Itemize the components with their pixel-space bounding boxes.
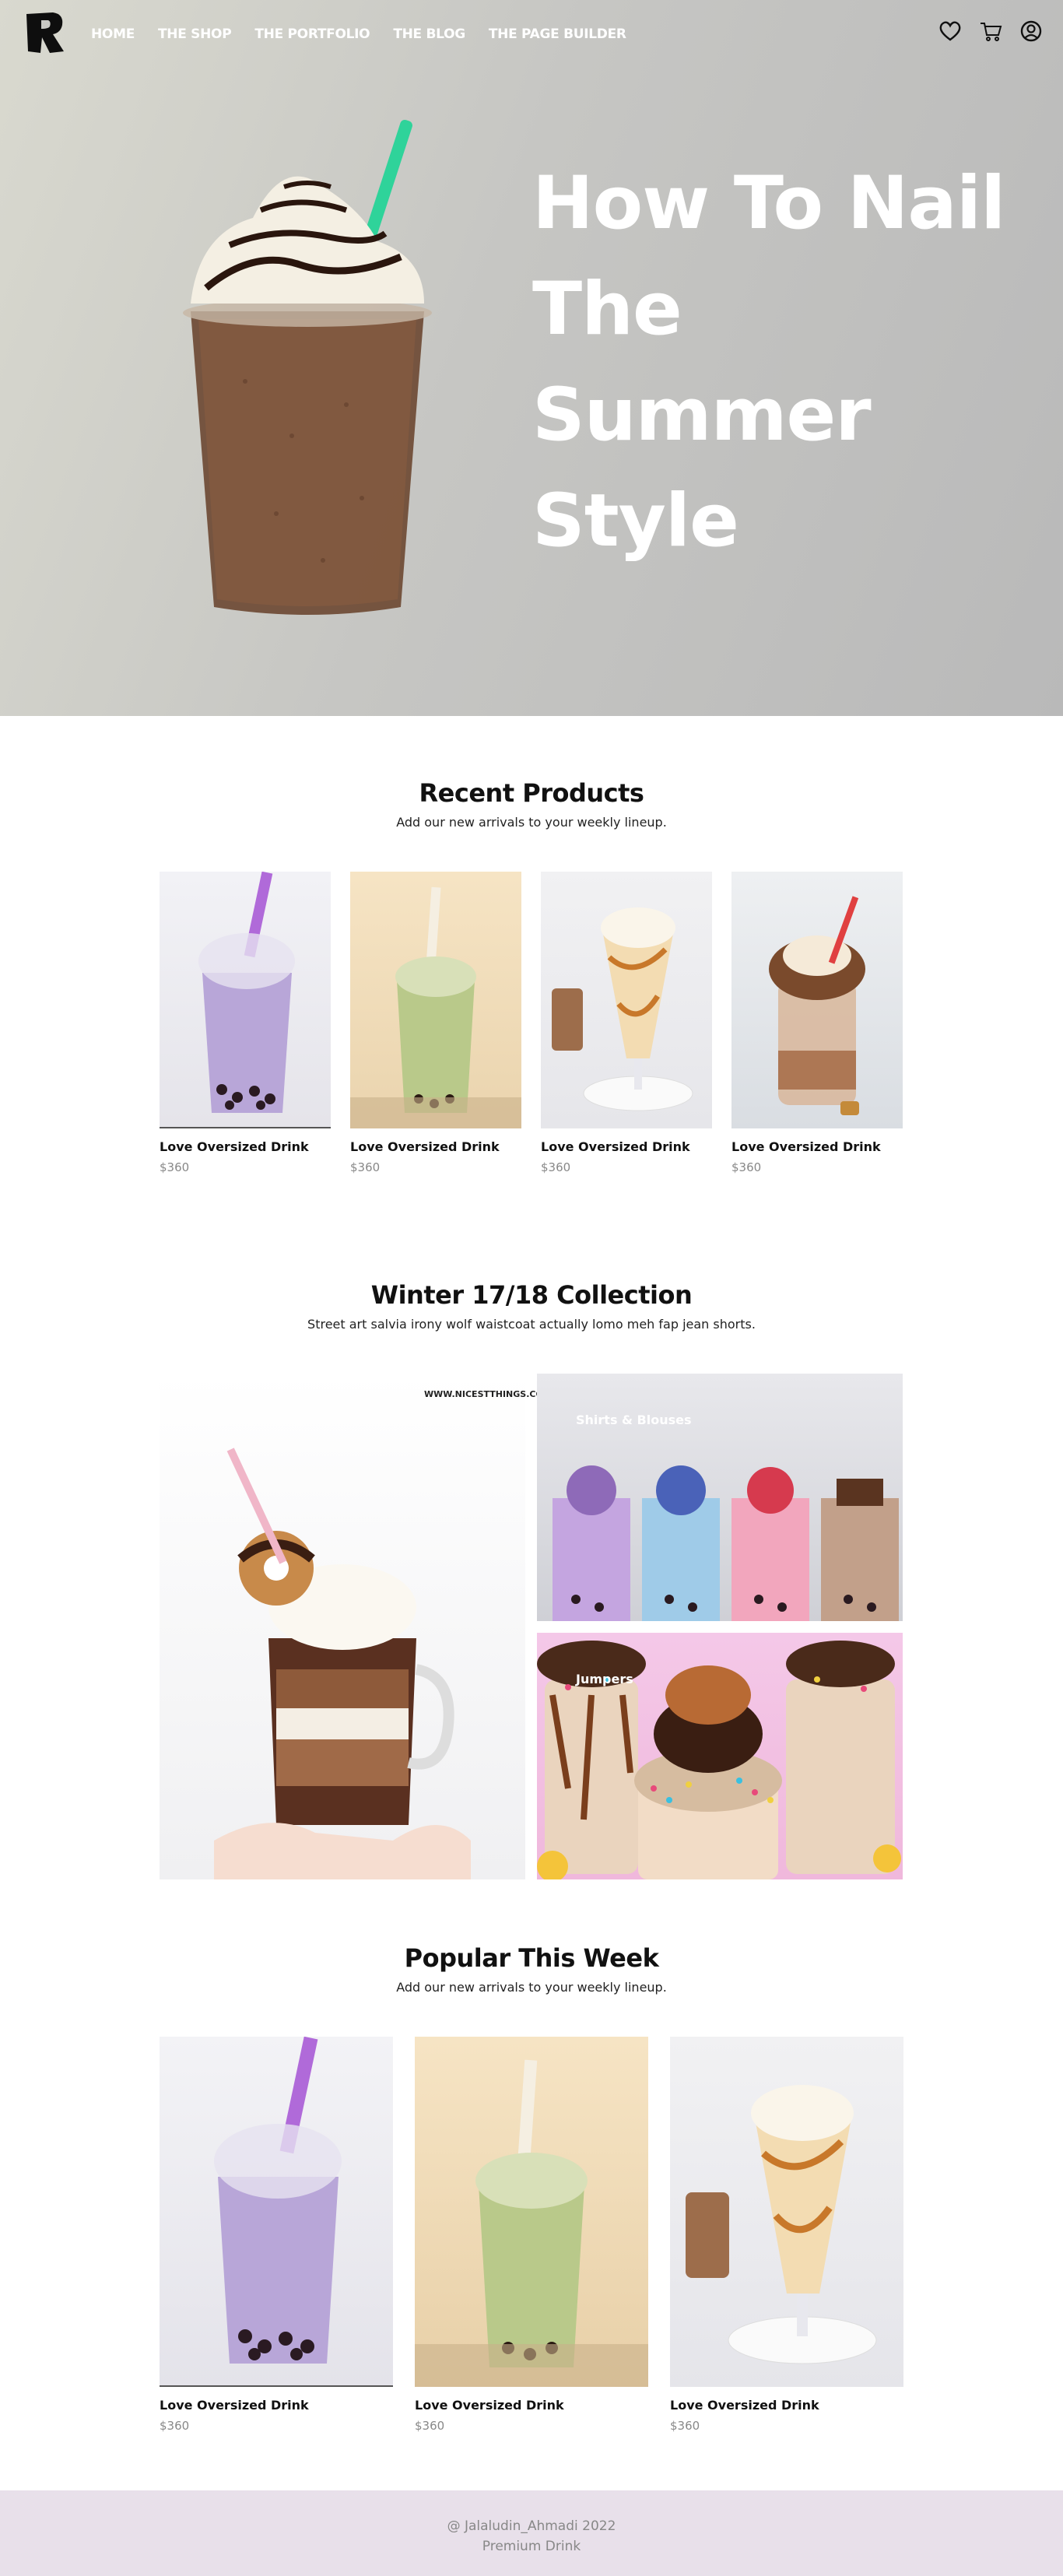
collection-title: Winter 17/18 Collection — [370, 1280, 693, 1310]
hero-line-1: How To Nail — [532, 161, 1005, 246]
hero-line-4: Style — [532, 479, 739, 563]
product-name[interactable]: Love Oversized Drink — [541, 1139, 690, 1154]
recent-products-title: Recent Products — [419, 778, 644, 808]
hero-headline: How To Nail The Summer Style — [532, 151, 1030, 574]
footer-copyright: @ Jalaludin_Ahmadi 2022 — [447, 2518, 616, 2534]
taro-drink-illustration — [198, 872, 295, 1113]
top-navigation: HOME THE SHOP THE PORTFOLIO THE BLOG THE… — [0, 0, 1063, 70]
caramel-shake-illustration — [552, 907, 693, 1111]
popular-title: Popular This Week — [404, 1943, 659, 1973]
product-name[interactable]: Love Oversized Drink — [670, 2398, 819, 2413]
brand-logo[interactable] — [22, 9, 67, 54]
hero-section: HOME THE SHOP THE PORTFOLIO THE BLOG THE… — [0, 0, 1063, 716]
product-image[interactable] — [541, 872, 712, 1128]
nav-link-portfolio[interactable]: THE PORTFOLIO — [254, 26, 370, 42]
product-name[interactable]: Love Oversized Drink — [350, 1139, 500, 1154]
product-price: $360 — [350, 1160, 381, 1174]
product-name[interactable]: Love Oversized Drink — [415, 2398, 564, 2413]
caramel-shake-illustration — [686, 2085, 877, 2364]
site-footer: @ Jalaludin_Ahmadi 2022 Premium Drink — [0, 2490, 1063, 2576]
nav-icon-group — [938, 19, 1043, 44]
taro-drink-illustration — [214, 2037, 342, 2364]
hero-line-2: The — [532, 267, 682, 352]
product-price: $360 — [160, 2419, 190, 2433]
product-card[interactable]: Love Oversized Drink $360 — [160, 2037, 393, 2441]
collection-label-shirts[interactable]: Shirts & Blouses — [576, 1413, 692, 1427]
product-image[interactable] — [670, 2037, 903, 2387]
user-icon[interactable] — [1019, 19, 1043, 44]
hero-line-3: Summer — [532, 373, 872, 458]
product-image[interactable] — [350, 872, 521, 1128]
hero-frappe-image — [183, 119, 432, 615]
product-card[interactable]: Love Oversized Drink $360 — [160, 872, 331, 1183]
nav-link-blog[interactable]: THE BLOG — [393, 26, 465, 42]
product-price: $360 — [160, 1160, 190, 1174]
collection-tile-shirts[interactable]: Shirts & Blouses — [537, 1374, 903, 1621]
product-name[interactable]: Love Oversized Drink — [160, 2398, 309, 2413]
matcha-drink-illustration — [350, 886, 521, 1128]
nav-link-page-builder[interactable]: THE PAGE BUILDER — [489, 26, 626, 42]
nav-link-home[interactable]: HOME — [91, 26, 135, 42]
product-image[interactable] — [160, 2037, 393, 2387]
heart-icon[interactable] — [938, 19, 962, 44]
matcha-drink-illustration — [415, 2059, 648, 2387]
product-card[interactable]: Love Oversized Drink $360 — [670, 2037, 903, 2441]
main-menu: HOME THE SHOP THE PORTFOLIO THE BLOG THE… — [91, 26, 650, 42]
recent-products-subtitle: Add our new arrivals to your weekly line… — [396, 815, 667, 830]
collection-feature-tile[interactable]: WWW.NICESTTHINGS.COM — [160, 1374, 552, 1879]
bubble-tea-row-illustration — [553, 1465, 899, 1621]
product-image[interactable] — [731, 872, 903, 1128]
product-price: $360 — [670, 2419, 700, 2433]
cupcake-shake-illustration — [537, 1641, 901, 1882]
product-price: $360 — [415, 2419, 445, 2433]
cart-icon[interactable] — [979, 19, 1002, 44]
footer-tagline: Premium Drink — [482, 2539, 581, 2554]
mason-jar-shake-illustration — [214, 1448, 471, 1879]
product-price: $360 — [541, 1160, 571, 1174]
nav-link-shop[interactable]: THE SHOP — [158, 26, 232, 42]
product-name[interactable]: Love Oversized Drink — [160, 1139, 309, 1154]
collection-watermark: WWW.NICESTTHINGS.COM — [424, 1389, 552, 1399]
freakshake-illustration — [769, 896, 865, 1115]
product-price: $360 — [731, 1160, 762, 1174]
popular-subtitle: Add our new arrivals to your weekly line… — [396, 1980, 667, 1995]
collection-label-jumpers[interactable]: Jumpers — [576, 1672, 633, 1686]
collection-tile-jumpers[interactable]: Jumpers — [537, 1633, 903, 1882]
product-image[interactable] — [160, 872, 331, 1128]
product-card[interactable]: Love Oversized Drink $360 — [541, 872, 712, 1183]
product-card[interactable]: Love Oversized Drink $360 — [350, 872, 521, 1183]
product-image[interactable] — [415, 2037, 648, 2387]
collection-subtitle: Street art salvia irony wolf waistcoat a… — [307, 1317, 756, 1332]
product-card[interactable]: Love Oversized Drink $360 — [415, 2037, 648, 2441]
product-name[interactable]: Love Oversized Drink — [731, 1139, 881, 1154]
product-card[interactable]: Love Oversized Drink $360 — [731, 872, 903, 1183]
